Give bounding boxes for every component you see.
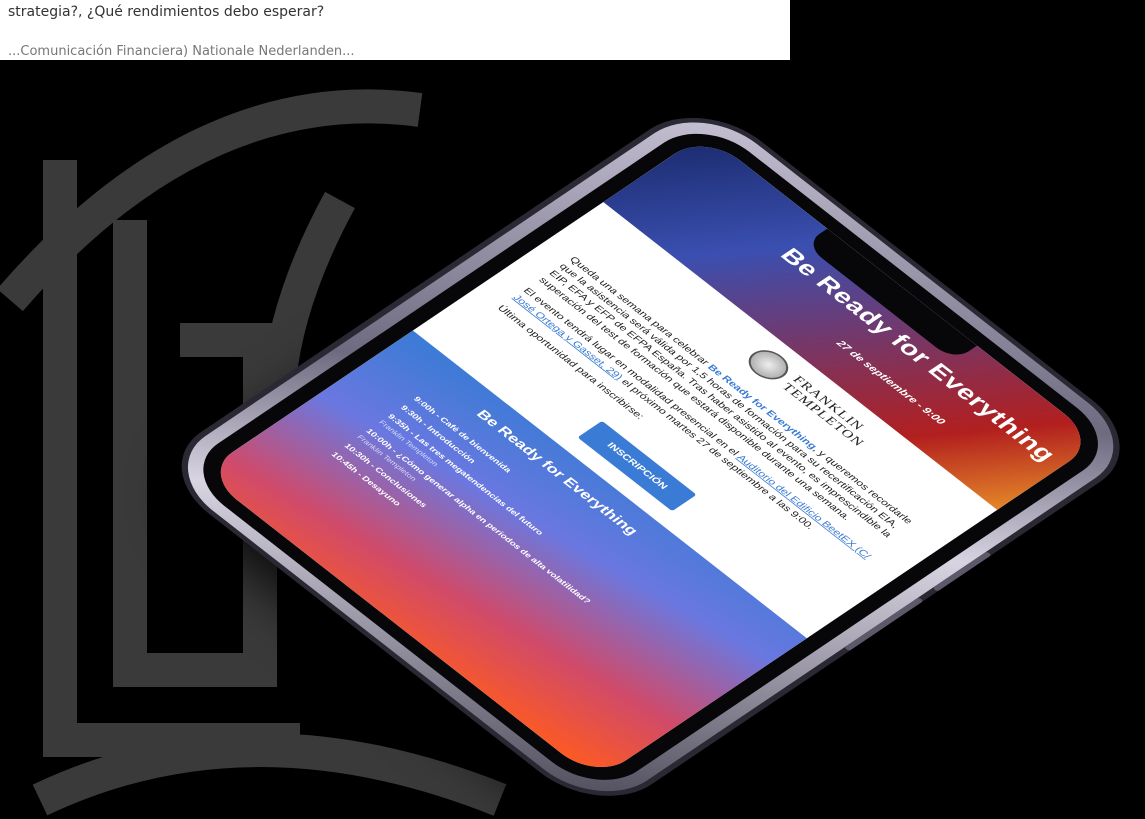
- agenda-item: 10:00h - ¿Cómo generar alpha en periodos…: [354, 427, 593, 612]
- logo-emblem-icon: [740, 344, 797, 386]
- phone-screen: Be Ready for Everything 27 de septiembre…: [202, 133, 1100, 781]
- agenda-item: 9:35h - Las tres megatendencias del futu…: [376, 412, 615, 597]
- smartphone-mockup: Be Ready for Everything 27 de septiembre…: [158, 101, 1144, 813]
